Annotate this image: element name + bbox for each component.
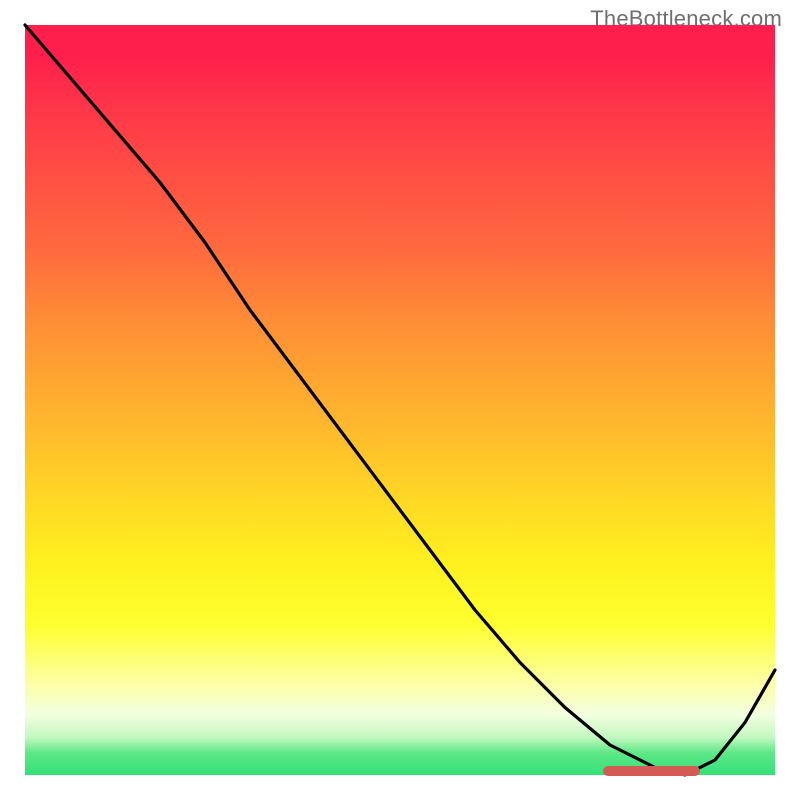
curve-path [25,25,775,775]
chart-frame [25,25,775,775]
optimal-range-marker [603,766,701,776]
bottleneck-curve [25,25,775,775]
